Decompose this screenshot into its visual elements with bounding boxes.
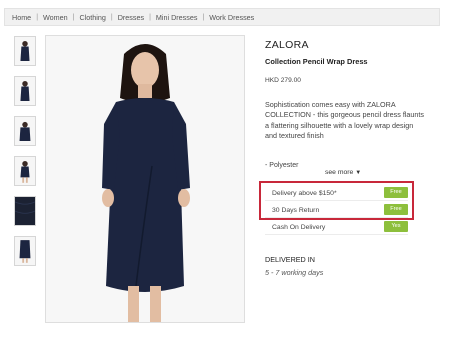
see-more-link[interactable]: see more ▼	[325, 169, 361, 176]
product-thumbnail-detail[interactable]	[14, 196, 36, 226]
delivered-in-days: 5 - 7 working days	[265, 268, 324, 277]
main-product-image[interactable]	[45, 35, 245, 323]
breadcrumb-separator: |	[110, 13, 113, 21]
delivered-in-label: DELIVERED IN	[265, 255, 315, 264]
brand-name[interactable]: ZALORA	[265, 39, 309, 51]
breadcrumb-separator: |	[36, 13, 39, 21]
breadcrumb-mini-dresses[interactable]: Mini Dresses	[156, 13, 198, 22]
free-badge: Free	[384, 204, 408, 215]
product-thumbnail[interactable]	[14, 156, 36, 186]
see-more-label: see more	[325, 169, 354, 176]
breadcrumb: Home | Women | Clothing | Dresses | Mini…	[4, 8, 440, 26]
product-thumbnail[interactable]	[14, 116, 36, 146]
product-price: HKD 279.00	[265, 77, 301, 84]
breadcrumb-home[interactable]: Home	[12, 13, 31, 22]
breadcrumb-separator: |	[202, 13, 205, 21]
row-divider	[265, 234, 408, 235]
delivery-option-row: Delivery above $150* Free	[265, 186, 408, 201]
yes-badge: Yes	[384, 221, 408, 232]
row-divider	[265, 200, 408, 201]
thumbnail-list	[14, 36, 38, 276]
delivery-option-label: Delivery above $150*	[272, 190, 337, 197]
delivery-option-label: Cash On Delivery	[272, 224, 326, 231]
delivery-option-row: Cash On Delivery Yes	[265, 220, 408, 235]
breadcrumb-clothing[interactable]: Clothing	[79, 13, 105, 22]
row-divider	[265, 217, 408, 218]
breadcrumb-work-dresses[interactable]: Work Dresses	[209, 13, 254, 22]
delivery-option-label: 30 Days Return	[272, 207, 320, 214]
product-detail-bullet: - Polyester	[265, 162, 299, 169]
caret-down-icon: ▼	[355, 170, 362, 176]
delivery-option-row: 30 Days Return Free	[265, 203, 408, 218]
breadcrumb-women[interactable]: Women	[43, 13, 68, 22]
breadcrumb-separator: |	[149, 13, 151, 21]
free-badge: Free	[384, 187, 408, 198]
product-thumbnail[interactable]	[14, 76, 36, 106]
breadcrumb-separator: |	[72, 13, 75, 21]
product-thumbnail[interactable]	[14, 36, 36, 66]
product-thumbnail[interactable]	[14, 236, 36, 266]
product-title: Collection Pencil Wrap Dress	[265, 57, 368, 66]
product-description: Sophistication comes easy with ZALORA CO…	[265, 100, 424, 140]
breadcrumb-dresses[interactable]: Dresses	[118, 13, 144, 22]
